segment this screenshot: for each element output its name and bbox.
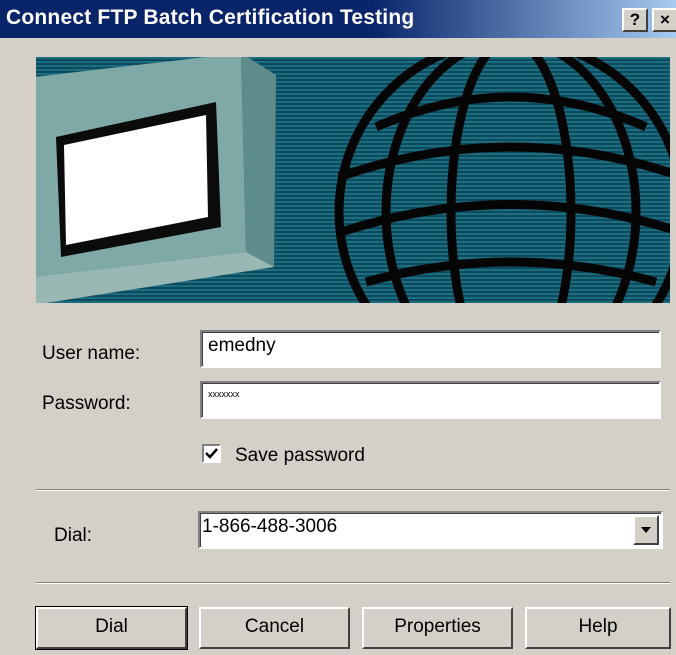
divider — [36, 582, 670, 584]
cancel-button[interactable]: Cancel — [199, 607, 350, 649]
help-icon: ? — [629, 10, 641, 29]
dial-button[interactable]: Dial — [35, 606, 188, 650]
dial-combobox[interactable]: 1-866-488-3006 — [198, 511, 663, 549]
close-icon: × — [660, 10, 670, 29]
username-field[interactable]: emedny — [200, 330, 661, 368]
password-field[interactable]: xxxxxxx — [200, 381, 661, 419]
banner-image — [36, 57, 670, 303]
divider — [36, 489, 670, 491]
dial-dropdown-button[interactable] — [633, 515, 659, 545]
username-value: emedny — [208, 335, 276, 356]
help-title-button[interactable]: ? — [622, 8, 648, 32]
window-title: Connect FTP Batch Certification Testing — [6, 6, 415, 29]
computer-globe-banner-icon — [36, 57, 670, 303]
chevron-down-icon — [641, 527, 651, 533]
save-password-checkbox[interactable] — [202, 444, 221, 463]
check-icon — [205, 448, 218, 459]
dial-label: Dial: — [54, 525, 93, 546]
help-button[interactable]: Help — [525, 607, 671, 649]
close-title-button[interactable]: × — [652, 8, 676, 32]
password-value: xxxxxxx — [208, 389, 240, 399]
save-password-label[interactable]: Save password — [235, 445, 365, 467]
dial-value: 1-866-488-3006 — [202, 516, 338, 537]
properties-button[interactable]: Properties — [362, 607, 513, 649]
password-label: Password: — [42, 393, 131, 414]
username-label: User name: — [42, 343, 141, 364]
title-bar[interactable]: Connect FTP Batch Certification Testing … — [0, 0, 676, 38]
